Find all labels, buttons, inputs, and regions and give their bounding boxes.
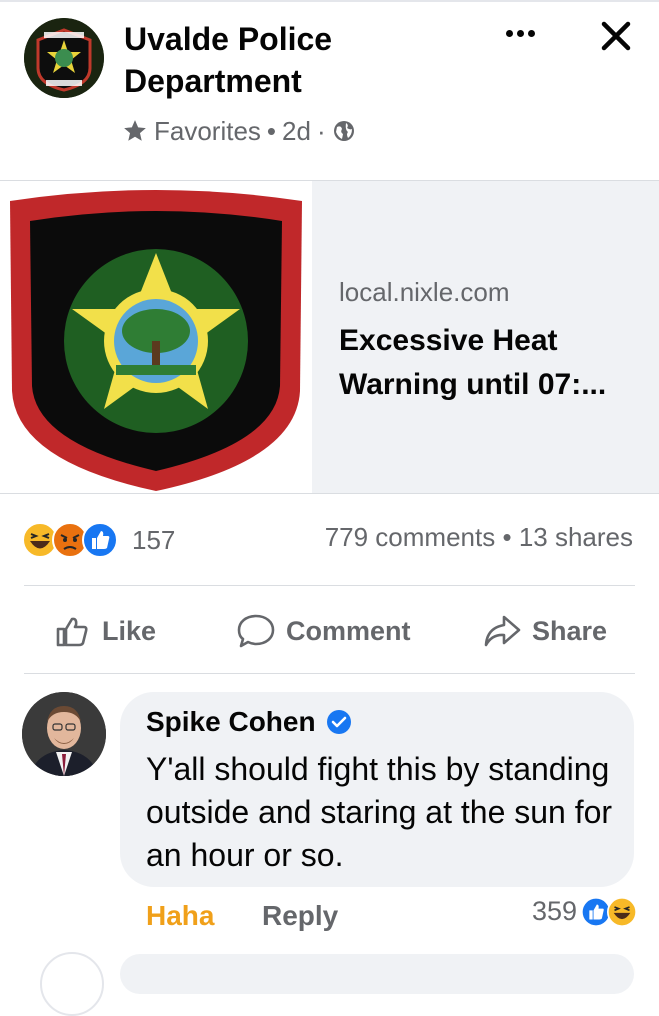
comment-text: Y'all should fight this by standing outs… bbox=[146, 751, 613, 873]
close-icon[interactable] bbox=[596, 16, 636, 56]
link-thumbnail[interactable] bbox=[0, 181, 312, 493]
divider bbox=[24, 673, 635, 674]
share-label: Share bbox=[532, 615, 608, 646]
share-arrow-icon bbox=[484, 615, 521, 647]
stats-separator: • bbox=[502, 522, 512, 552]
engagement-stats: 779 comments • 13 shares bbox=[325, 522, 633, 553]
uvalde-police-badge-image bbox=[0, 181, 312, 493]
post-time[interactable]: 2d bbox=[282, 116, 311, 147]
comment-reaction-summary[interactable]: 359 bbox=[532, 896, 637, 927]
separator-dot: · bbox=[316, 115, 326, 146]
verified-badge-icon bbox=[326, 710, 351, 734]
more-options-icon[interactable] bbox=[499, 18, 541, 48]
next-commenter-avatar[interactable] bbox=[40, 952, 104, 1016]
link-title[interactable]: Excessive Heat Warning until 07:... bbox=[339, 319, 639, 407]
comment-author-row: Spike Cohen bbox=[146, 706, 352, 738]
star-icon bbox=[124, 120, 146, 141]
page-name[interactable]: Uvalde Police Department bbox=[124, 18, 454, 102]
like-button[interactable]: Like bbox=[52, 606, 156, 656]
like-reaction-icon bbox=[82, 522, 118, 558]
police-badge-logo bbox=[24, 18, 104, 98]
share-button[interactable]: Share bbox=[482, 606, 607, 656]
link-preview-card[interactable]: local.nixle.com Excessive Heat Warning u… bbox=[0, 180, 659, 494]
comment-button[interactable]: Comment bbox=[236, 606, 411, 656]
audience-label[interactable]: Favorites bbox=[154, 116, 261, 147]
comments-count[interactable]: 779 comments bbox=[325, 522, 496, 552]
globe-icon bbox=[333, 121, 354, 141]
separator-bullet: • bbox=[266, 115, 277, 146]
reaction-summary[interactable]: 157 bbox=[22, 520, 175, 560]
link-domain: local.nixle.com bbox=[339, 277, 510, 307]
top-border bbox=[0, 0, 659, 2]
like-label: Like bbox=[102, 615, 157, 646]
comment-author[interactable]: Spike Cohen bbox=[146, 706, 316, 738]
thumbs-up-icon bbox=[56, 617, 88, 647]
shares-count[interactable]: 13 shares bbox=[519, 522, 633, 552]
commenter-avatar[interactable] bbox=[22, 692, 106, 776]
haha-reaction-icon bbox=[607, 896, 637, 927]
comment-label: Comment bbox=[286, 615, 411, 646]
comment-bubble-icon bbox=[237, 614, 275, 648]
comment-reply-button[interactable]: Reply bbox=[262, 900, 338, 932]
post-meta: Favorites • 2d · bbox=[122, 114, 356, 148]
next-comment-bubble[interactable] bbox=[120, 954, 634, 994]
comment-reaction-button[interactable]: Haha bbox=[146, 900, 214, 932]
page-avatar[interactable] bbox=[24, 18, 104, 98]
comment-reaction-count: 359 bbox=[531, 896, 577, 926]
divider bbox=[24, 585, 635, 586]
reaction-icons bbox=[22, 522, 130, 558]
commenter-photo bbox=[22, 692, 106, 776]
reaction-count: 157 bbox=[132, 524, 176, 555]
